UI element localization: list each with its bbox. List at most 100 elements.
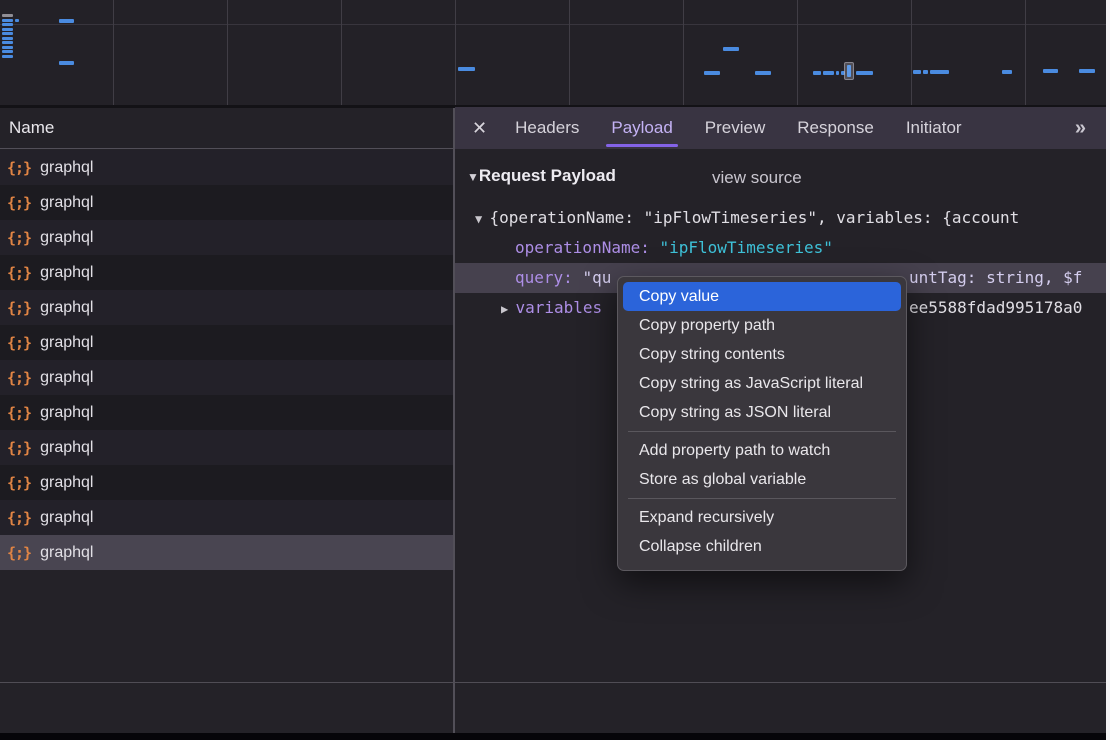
context-menu: Copy valueCopy property pathCopy string … [617, 276, 907, 571]
timeline-gridline [683, 0, 684, 105]
timeline-bar [755, 71, 771, 75]
timeline-bar [2, 50, 13, 53]
tab-strip: HeadersPayloadPreviewResponseInitiator [499, 107, 977, 149]
table-row[interactable]: {;}graphql [0, 290, 453, 325]
json-braces-icon: {;} [7, 194, 31, 212]
table-row[interactable]: {;}graphql [0, 255, 453, 290]
timeline-bar [458, 67, 475, 71]
menu-item-copy-string-as-javascript-literal[interactable]: Copy string as JavaScript literal [623, 369, 901, 398]
spacer [573, 268, 583, 287]
timeline-gridline [569, 0, 570, 105]
menu-item-expand-recursively[interactable]: Expand recursively [623, 503, 901, 532]
timeline-bar [813, 71, 821, 75]
json-braces-icon: {;} [7, 509, 31, 527]
json-braces-icon: {;} [7, 474, 31, 492]
timeline-gridline [911, 0, 912, 105]
payload-value: "qu [582, 268, 611, 287]
tab-preview[interactable]: Preview [689, 107, 781, 149]
payload-row[interactable]: operationName: "ipFlowTimeseries" [455, 233, 1106, 263]
request-name: graphql [40, 509, 93, 527]
table-row[interactable]: {;} graphql [0, 220, 453, 255]
table-row[interactable]: {;} graphql [0, 325, 453, 360]
tab-payload[interactable]: Payload [595, 107, 688, 149]
json-braces-icon: {;} [7, 229, 31, 247]
request-name: graphql [40, 369, 93, 387]
timeline-gridline [1025, 0, 1026, 105]
menu-item-collapse-children[interactable]: Collapse children [623, 532, 901, 561]
request-name: graphql [40, 439, 93, 457]
request-name: graphql [40, 334, 93, 352]
request-name: graphql [40, 194, 93, 212]
detail-tabbar: ✕ HeadersPayloadPreviewResponseInitiator… [455, 107, 1106, 149]
request-name: graphql [40, 474, 93, 492]
menu-item-copy-string-contents[interactable]: Copy string contents [623, 340, 901, 369]
expander-icon[interactable]: ▶ [501, 302, 515, 316]
name-column-header[interactable]: Name [0, 108, 453, 149]
table-row[interactable]: {;}graphql [0, 360, 453, 395]
timeline-bar [1079, 69, 1095, 73]
timeline-bar [836, 71, 839, 75]
menu-item-copy-string-as-json-literal[interactable]: Copy string as JSON literal [623, 398, 901, 427]
timeline-bar [823, 71, 834, 75]
timeline-bar [1002, 70, 1012, 74]
timeline-gridline [227, 0, 228, 105]
json-braces-icon: {;} [7, 159, 31, 177]
payload-row[interactable]: ▼ {operationName: "ipFlowTimeseries", va… [455, 203, 1106, 233]
expander-icon[interactable]: ▼ [475, 212, 489, 226]
timeline-bar [59, 61, 74, 65]
timeline-bar [913, 70, 921, 74]
json-braces-icon: {;} [7, 334, 31, 352]
menu-item-copy-property-path[interactable]: Copy property path [623, 311, 901, 340]
tab-headers[interactable]: Headers [499, 107, 595, 149]
table-row[interactable]: {;}graphql [0, 430, 453, 465]
network-overview[interactable] [0, 0, 1106, 105]
bottom-black-bar [0, 733, 1106, 740]
payload-value: "ipFlowTimeseries" [660, 238, 833, 257]
table-row[interactable]: {;} graphql [0, 185, 453, 220]
timeline-bar [15, 19, 19, 22]
tab-response[interactable]: Response [781, 107, 890, 149]
json-braces-icon: {;} [7, 544, 31, 562]
table-row[interactable]: {;} graphql [0, 465, 453, 500]
menu-item-add-property-path-to-watch[interactable]: Add property path to watch [623, 436, 901, 465]
table-row[interactable]: {;}graphql [0, 150, 453, 185]
payload-value-fragment: untTag: string, $f [909, 263, 1082, 293]
view-source-link[interactable]: view source [712, 168, 802, 188]
bottom-separator [0, 682, 1106, 683]
timeline-gridline [341, 0, 342, 105]
timeline-bar [723, 47, 739, 51]
overview-baseline [0, 24, 1106, 25]
timeline-bar [2, 46, 13, 49]
json-braces-icon: {;} [7, 299, 31, 317]
request-name: graphql [40, 404, 93, 422]
more-tabs-icon[interactable]: » [1075, 117, 1086, 140]
devtools-window: Name {;}graphql{;}graphql{;}graphql{;}gr… [0, 0, 1110, 740]
tab-initiator[interactable]: Initiator [890, 107, 978, 149]
request-list: {;} graphql {;} graphql {;} graphql {;} graphql… [0, 150, 453, 570]
section-disclosure-icon[interactable]: ▼ [467, 170, 479, 184]
timeline-bar [930, 70, 949, 74]
name-column-label: Name [9, 118, 54, 138]
table-row[interactable]: {;} graphql [0, 500, 453, 535]
close-icon[interactable]: ✕ [472, 118, 487, 139]
request-name: graphql [40, 229, 93, 247]
timeline-marker-tick [847, 65, 851, 77]
timeline-bar [2, 37, 13, 40]
menu-item-store-as-global-variable[interactable]: Store as global variable [623, 465, 901, 494]
menu-separator [628, 498, 896, 499]
table-row[interactable]: {;} graphql [0, 395, 453, 430]
request-payload-header[interactable]: ▼Request Payload [467, 166, 616, 186]
menu-item-copy-value[interactable]: Copy value [623, 282, 901, 311]
json-braces-icon: {;} [7, 404, 31, 422]
spacer [650, 238, 660, 257]
payload-key: operationName: [515, 238, 650, 257]
table-row[interactable]: {;}graphql [0, 535, 453, 570]
timeline-bar [1043, 69, 1058, 73]
timeline-bar [856, 71, 873, 75]
object-preview-text: {operationName: "ipFlowTimeseries", vari… [489, 208, 1019, 227]
menu-separator [628, 431, 896, 432]
timeline-bar [2, 19, 13, 22]
timeline-bar [704, 71, 720, 75]
timeline-bar [2, 23, 13, 26]
payload-value-fragment: ee5588fdad995178a0 [909, 293, 1082, 323]
